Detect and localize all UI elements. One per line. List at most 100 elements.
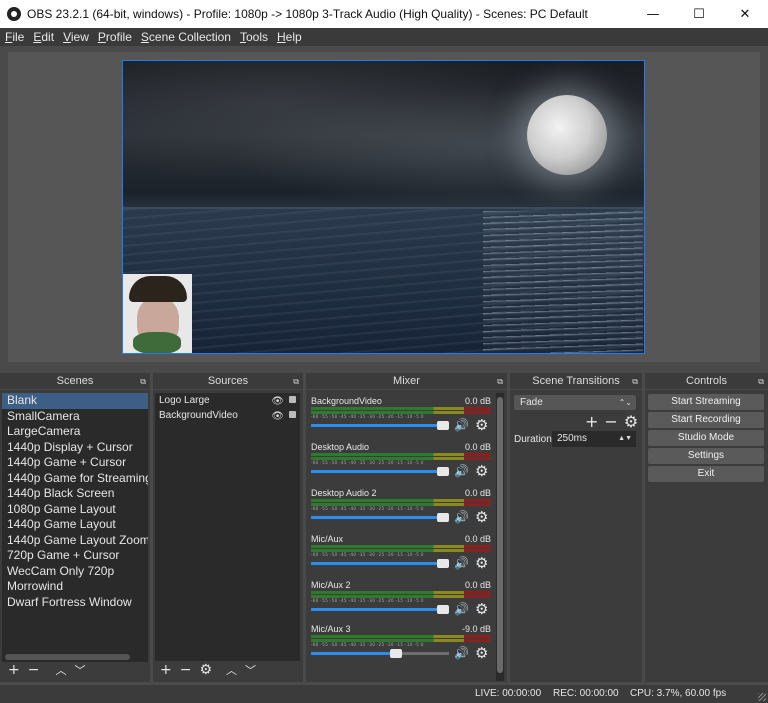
move-scene-up-icon[interactable]: ︿ — [55, 662, 66, 678]
scene-item[interactable]: Blank — [2, 393, 148, 409]
duration-label: Duration — [514, 434, 552, 445]
channel-db: 0.0 dB — [464, 396, 491, 406]
remove-transition-icon[interactable]: − — [604, 412, 617, 431]
add-source-icon[interactable]: + — [160, 662, 172, 678]
transition-properties-gear-icon[interactable]: ⚙ — [624, 412, 638, 431]
visibility-eye-icon[interactable]: 👁 — [271, 409, 284, 424]
volume-meter — [311, 545, 491, 548]
add-transition-icon[interactable]: + — [585, 412, 598, 431]
speaker-icon[interactable]: 🔊 — [454, 464, 469, 478]
scene-item[interactable]: 1440p Game + Cursor — [2, 455, 148, 471]
exit-button[interactable]: Exit — [648, 466, 764, 482]
scene-item[interactable]: 1440p Display + Cursor — [2, 440, 148, 456]
mixer-channel: BackgroundVideo 0.0 dB -60 -55 -50 -45 -40… — [310, 396, 495, 440]
channel-name: Desktop Audio — [311, 442, 370, 452]
scene-item[interactable]: WecCam Only 720p — [2, 564, 148, 580]
obs-logo-icon — [7, 7, 21, 21]
scenes-list[interactable]: Blank SmallCamera LargeCamera 1440p Display… — [2, 393, 148, 662]
volume-slider[interactable] — [311, 649, 449, 658]
source-item[interactable]: BackgroundVideo 👁 — [155, 408, 300, 423]
transition-select[interactable]: Fade ⌃⌄ — [514, 395, 636, 410]
menu-view[interactable]: View — [58, 30, 93, 44]
volume-slider-knob[interactable] — [437, 421, 449, 430]
volume-slider[interactable] — [311, 605, 449, 614]
volume-slider[interactable] — [311, 559, 449, 568]
program-preview[interactable] — [122, 60, 645, 354]
channel-name: Mic/Aux 3 — [311, 624, 351, 634]
volume-slider-knob[interactable] — [390, 649, 403, 658]
duration-spinbox[interactable]: 250ms ▲▼ — [552, 431, 636, 447]
lock-icon[interactable] — [289, 396, 296, 403]
speaker-icon[interactable]: 🔊 — [454, 510, 469, 524]
speaker-icon[interactable]: 🔊 — [454, 418, 469, 432]
spin-arrow-icon[interactable]: ▲▼ — [618, 431, 632, 447]
mixer-scrollbar-thumb[interactable] — [497, 397, 503, 673]
start-recording-button[interactable]: Start Recording — [648, 412, 764, 428]
float-icon[interactable]: ⧉ — [758, 374, 764, 390]
scene-item[interactable]: LargeCamera — [2, 424, 148, 440]
volume-slider-knob[interactable] — [437, 605, 449, 614]
gear-icon[interactable]: ⚙ — [475, 508, 488, 526]
speaker-icon[interactable]: 🔊 — [454, 556, 469, 570]
menu-tools[interactable]: Tools — [235, 30, 272, 44]
move-source-up-icon[interactable]: ︿ — [226, 662, 237, 678]
volume-slider-knob[interactable] — [437, 559, 449, 568]
channel-db: 0.0 dB — [464, 534, 491, 544]
move-source-down-icon[interactable]: ﹀ — [245, 662, 256, 678]
menu-help[interactable]: Help — [272, 30, 306, 44]
gear-icon[interactable]: ⚙ — [475, 554, 488, 572]
source-properties-gear-icon[interactable]: ⚙ — [199, 662, 212, 678]
float-icon[interactable]: ⧉ — [632, 374, 638, 390]
scene-item[interactable]: Morrowind — [2, 579, 148, 595]
mixer-channel: Mic/Aux 0.0 dB -60 -55 -50 -45 -40 -35 -30… — [310, 534, 495, 578]
scene-item[interactable]: 1440p Black Screen — [2, 486, 148, 502]
gear-icon[interactable]: ⚙ — [475, 416, 488, 434]
move-scene-down-icon[interactable]: ﹀ — [74, 662, 85, 678]
menu-edit[interactable]: Edit — [28, 30, 58, 44]
float-icon[interactable]: ⧉ — [140, 374, 146, 390]
volume-slider[interactable] — [311, 513, 449, 522]
transitions-dock-title: Scene Transitions ⧉ — [510, 373, 642, 389]
gear-icon[interactable]: ⚙ — [475, 644, 488, 662]
scene-item[interactable]: 1080p Game Layout — [2, 502, 148, 518]
volume-slider-knob[interactable] — [437, 513, 449, 522]
scenes-dock-title: Scenes ⧉ — [0, 373, 150, 389]
scene-item[interactable]: 1440p Game for Streaming Only — [2, 471, 148, 487]
mixer-scrollbar[interactable] — [496, 393, 504, 681]
moon — [527, 95, 607, 175]
scenes-horizontal-scrollbar[interactable] — [5, 654, 130, 660]
volume-meter — [311, 591, 491, 594]
speaker-icon[interactable]: 🔊 — [454, 646, 469, 660]
remove-source-icon[interactable]: − — [180, 662, 192, 678]
scene-item[interactable]: 720p Game + Cursor — [2, 548, 148, 564]
gear-icon[interactable]: ⚙ — [475, 462, 488, 480]
minimize-button[interactable]: — — [630, 0, 676, 28]
scene-item[interactable]: SmallCamera — [2, 409, 148, 425]
maximize-button[interactable]: ☐ — [676, 0, 722, 28]
source-item[interactable]: Logo Large 👁 — [155, 393, 300, 408]
lock-icon[interactable] — [289, 411, 296, 418]
menu-file[interactable]: File — [0, 30, 28, 44]
menu-profile[interactable]: Profile — [93, 30, 136, 44]
remove-scene-icon[interactable]: − — [28, 662, 40, 678]
scene-item[interactable]: Dwarf Fortress Window — [2, 595, 148, 611]
volume-slider[interactable] — [311, 467, 449, 476]
resize-grip[interactable] — [758, 693, 766, 701]
volume-slider[interactable] — [311, 421, 449, 430]
speaker-icon[interactable]: 🔊 — [454, 602, 469, 616]
gear-icon[interactable]: ⚙ — [475, 600, 488, 618]
float-icon[interactable]: ⧉ — [293, 374, 299, 390]
menu-scene-collection[interactable]: Scene Collection — [136, 30, 235, 44]
add-scene-icon[interactable]: + — [8, 662, 20, 678]
scene-item[interactable]: 1440p Game Layout Zoomed — [2, 533, 148, 549]
visibility-eye-icon[interactable]: 👁 — [271, 394, 284, 409]
sources-list[interactable]: Logo Large 👁 BackgroundVideo 👁 — [155, 393, 300, 661]
close-button[interactable]: ✕ — [722, 0, 768, 28]
start-streaming-button[interactable]: Start Streaming — [648, 394, 764, 410]
scene-item[interactable]: 1440p Game Layout — [2, 517, 148, 533]
settings-button[interactable]: Settings — [648, 448, 764, 464]
studio-mode-button[interactable]: Studio Mode — [648, 430, 764, 446]
float-icon[interactable]: ⧉ — [497, 374, 503, 390]
volume-slider-fill — [311, 608, 449, 611]
volume-slider-knob[interactable] — [437, 467, 449, 476]
